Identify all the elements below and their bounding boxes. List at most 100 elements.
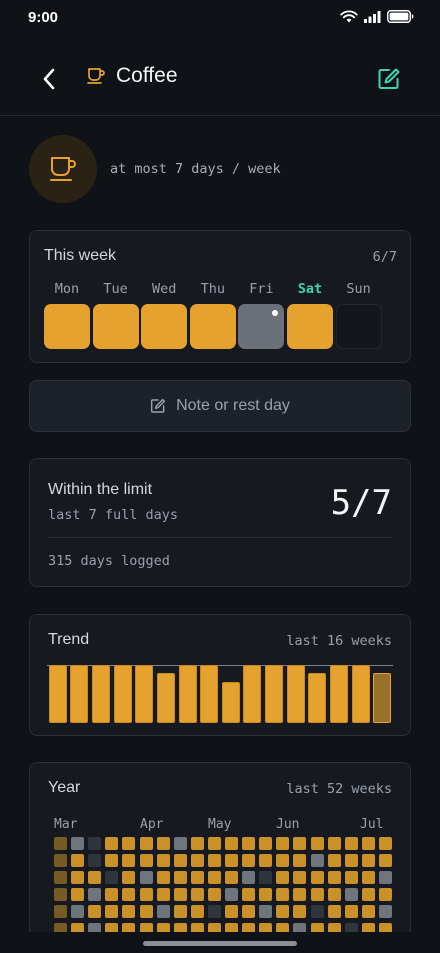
day-thu[interactable]: Thu xyxy=(189,281,236,349)
heatmap-cell xyxy=(190,837,204,850)
trend-bar xyxy=(243,665,262,723)
heatmap-cell xyxy=(190,888,204,902)
year-title: Year xyxy=(48,779,81,796)
day-fri[interactable]: Fri xyxy=(238,281,285,349)
heatmap-cell xyxy=(71,905,85,919)
day-box-done[interactable] xyxy=(287,304,333,349)
heatmap-cell xyxy=(225,905,238,919)
heatmap-cell xyxy=(105,905,119,919)
day-box-done[interactable] xyxy=(141,304,188,349)
day-label: Sat xyxy=(297,281,323,297)
heatmap-cell xyxy=(71,888,85,902)
trend-bar xyxy=(135,665,154,723)
day-tue[interactable]: Tue xyxy=(92,281,139,349)
heatmap-cell xyxy=(310,837,324,850)
heatmap-cell xyxy=(173,854,187,868)
heatmap-cell xyxy=(225,837,238,850)
heatmap-cell xyxy=(122,888,136,902)
heatmap-cell xyxy=(88,837,102,850)
this-week-card: This week 6/7 Mon Tue Wed Thu Fri Sat Sun xyxy=(29,230,411,363)
day-box-rest[interactable] xyxy=(238,304,285,349)
heatmap-cell xyxy=(259,905,273,919)
heatmap-cell xyxy=(259,888,273,902)
day-mon[interactable]: Mon xyxy=(44,281,90,349)
nav-header: Coffee xyxy=(0,52,440,104)
heatmap-cell xyxy=(71,871,85,885)
heatmap-cell xyxy=(54,888,67,902)
heatmap-cell xyxy=(105,871,119,885)
day-label: Tue xyxy=(103,281,128,297)
day-sun[interactable]: Sun xyxy=(335,281,382,349)
limit-divider xyxy=(48,537,392,538)
note-or-rest-day-button[interactable]: Note or rest day xyxy=(29,380,411,432)
home-indicator[interactable] xyxy=(143,941,297,946)
heatmap-cell xyxy=(276,871,290,885)
heatmap-cell xyxy=(139,854,153,868)
wifi-icon xyxy=(340,10,358,23)
heatmap-cell xyxy=(225,854,238,868)
within-limit-card: Within the limit last 7 full days 5/7 31… xyxy=(29,458,411,587)
heatmap-cell xyxy=(310,854,324,868)
heatmap-cell xyxy=(71,837,85,850)
heatmap-cell xyxy=(361,837,375,850)
nav-title: Coffee xyxy=(86,64,178,88)
heatmap-cell xyxy=(156,837,170,850)
day-box-done[interactable] xyxy=(92,304,139,349)
limit-value: 5/7 xyxy=(330,483,392,523)
trend-bar xyxy=(329,665,348,723)
heatmap-cell xyxy=(156,888,170,902)
heatmap-cell xyxy=(378,854,392,868)
heatmap-cell xyxy=(156,905,170,919)
week-title: This week xyxy=(44,247,117,264)
heatmap-cell xyxy=(122,905,136,919)
day-box-done[interactable] xyxy=(189,304,236,349)
habit-detail-screen: 9:00 Coffee at most 7 days / week This w… xyxy=(0,0,440,953)
day-label: Fri xyxy=(249,281,274,297)
trend-bar xyxy=(113,665,132,723)
heatmap-cell xyxy=(122,871,136,885)
heatmap-cell xyxy=(293,871,307,885)
back-button[interactable] xyxy=(34,64,64,94)
heatmap-cell xyxy=(293,888,307,902)
month-label: Apr xyxy=(140,817,164,832)
heatmap-cell xyxy=(293,837,307,850)
heatmap-cell xyxy=(327,854,341,868)
trend-bar xyxy=(178,665,197,723)
day-wed[interactable]: Wed xyxy=(141,281,188,349)
heatmap-cell xyxy=(173,837,187,850)
day-box-empty[interactable] xyxy=(335,304,382,349)
heatmap-cell xyxy=(242,837,256,850)
day-box-done[interactable] xyxy=(44,304,90,349)
heatmap-cell xyxy=(156,871,170,885)
edit-habit-button[interactable] xyxy=(374,64,404,94)
heatmap-cell xyxy=(88,854,102,868)
heatmap-cell xyxy=(207,837,221,850)
heatmap-cell xyxy=(259,854,273,868)
heatmap-cell xyxy=(242,905,256,919)
heatmap-cell xyxy=(173,905,187,919)
chevron-left-icon xyxy=(43,68,55,90)
heatmap-cell xyxy=(207,854,221,868)
month-label: May xyxy=(208,817,232,832)
battery-icon xyxy=(387,10,414,23)
day-sat[interactable]: Sat xyxy=(287,281,333,349)
heatmap-cell xyxy=(105,854,119,868)
heatmap-cell xyxy=(327,871,341,885)
limit-subtitle: last 7 full days xyxy=(48,507,179,523)
habit-goal: at most 7 days / week xyxy=(110,161,281,177)
heatmap-cell xyxy=(344,888,358,902)
cellular-signal-icon xyxy=(364,10,381,23)
trend-bar xyxy=(286,665,305,723)
trend-title: Trend xyxy=(48,631,90,648)
heatmap-cell xyxy=(344,854,358,868)
month-label: Mar xyxy=(54,817,78,832)
heatmap-cell xyxy=(207,888,221,902)
trend-bar xyxy=(92,665,111,723)
heatmap-cell xyxy=(276,888,290,902)
heatmap-cell xyxy=(293,905,307,919)
heatmap-cell xyxy=(54,854,67,868)
heatmap-cell xyxy=(344,871,358,885)
heatmap-cell xyxy=(54,905,67,919)
heatmap-cell xyxy=(378,837,392,850)
heatmap-cell xyxy=(310,871,324,885)
